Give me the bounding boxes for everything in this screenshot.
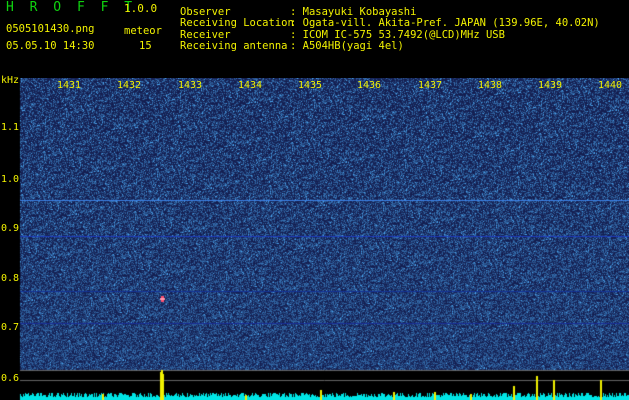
x-tick-label: 1438 xyxy=(478,80,503,91)
x-tick-label: 1436 xyxy=(357,80,382,91)
x-tick-label: 1432 xyxy=(117,80,142,91)
x-tick-label: 1437 xyxy=(418,80,443,91)
y-tick-label: 1.0 xyxy=(1,174,20,185)
location-label: Receiving Location xyxy=(180,17,294,29)
location-value: : Ogata-vill. Akita-Pref. JAPAN (139.96E… xyxy=(290,17,600,29)
x-tick-label: 1435 xyxy=(298,80,323,91)
y-unit-label: kHz xyxy=(1,75,20,86)
file-name: 0505101430.png xyxy=(6,23,95,35)
x-tick-label: 1439 xyxy=(538,80,563,91)
file-datetime: 05.05.10 14:30 xyxy=(6,40,95,52)
spectrogram-canvas xyxy=(0,78,629,400)
x-tick-label: 1434 xyxy=(238,80,263,91)
header-panel: H R O F F T 1.0.0 0505101430.png meteor … xyxy=(0,0,629,78)
y-tick-label: 0.8 xyxy=(1,273,20,284)
y-tick-label: 1.1 xyxy=(1,122,20,133)
y-tick-label: 0.7 xyxy=(1,322,20,333)
y-tick-label: 0.6 xyxy=(1,373,20,384)
x-tick-label: 1440 xyxy=(598,80,623,91)
x-tick-label: 1433 xyxy=(178,80,203,91)
meteor-count: 15 xyxy=(139,40,152,52)
meteor-label: meteor xyxy=(124,25,162,37)
antenna-label: Receiving antenna xyxy=(180,40,288,52)
app-version: 1.0.0 xyxy=(124,2,158,15)
antenna-value: : A504HB(yagi 4el) xyxy=(290,40,404,52)
app-title: H R O F F T xyxy=(6,0,137,15)
y-tick-label: 0.9 xyxy=(1,223,20,234)
x-tick-label: 1431 xyxy=(57,80,82,91)
